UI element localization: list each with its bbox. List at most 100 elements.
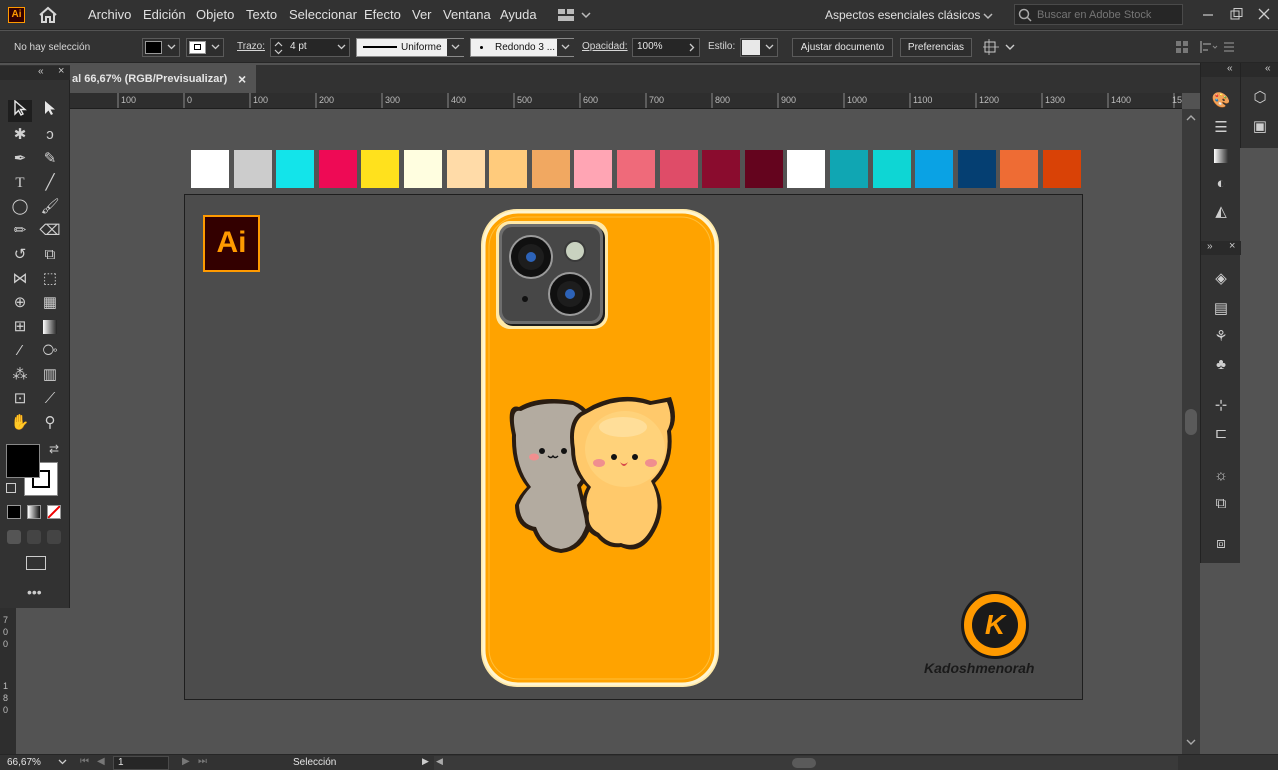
libraries-panel-icon[interactable]: ▤ bbox=[1211, 299, 1231, 319]
line-segment-tool-icon[interactable]: ╱ bbox=[38, 172, 62, 194]
first-artboard-icon[interactable]: ⏮ bbox=[80, 756, 89, 767]
chevron-down-icon[interactable] bbox=[58, 759, 67, 766]
color-swatch[interactable] bbox=[404, 150, 442, 188]
vertical-scrollbar[interactable] bbox=[1182, 109, 1200, 754]
close-tab-button[interactable]: × bbox=[238, 65, 246, 93]
opacity-field[interactable]: 100% bbox=[632, 38, 700, 57]
perspective-grid-tool-icon[interactable]: ▦ bbox=[38, 292, 62, 314]
color-swatch[interactable] bbox=[744, 150, 783, 188]
direct-selection-tool-icon[interactable] bbox=[38, 100, 62, 122]
shape-builder-tool-icon[interactable]: ⊕ bbox=[8, 292, 32, 314]
stroke-weight-field[interactable]: 4 pt bbox=[270, 38, 350, 57]
zoom-tool-icon[interactable]: ⚲ bbox=[38, 412, 62, 434]
close-icon[interactable]: × bbox=[58, 65, 64, 77]
mesh-tool-icon[interactable]: ⊞ bbox=[8, 316, 32, 338]
artboard[interactable]: Ai K Kadoshmenorah bbox=[184, 194, 1083, 700]
swap-colors-icon[interactable]: ⇄ bbox=[49, 442, 59, 456]
draw-inside-icon[interactable] bbox=[47, 530, 61, 544]
scroll-left-icon[interactable]: ◀ bbox=[436, 756, 443, 767]
stroke-weight-value[interactable]: 4 pt bbox=[290, 41, 307, 52]
artboards-panel-icon[interactable]: ⧈ bbox=[1211, 534, 1231, 554]
curvature-tool-icon[interactable]: ✎ bbox=[38, 148, 62, 170]
collapse-icon[interactable]: « bbox=[1227, 63, 1233, 74]
draw-normal-icon[interactable] bbox=[7, 530, 21, 544]
width-tool-icon[interactable]: ⋈ bbox=[8, 268, 32, 290]
paintbrush-tool-icon[interactable]: 🖌 bbox=[38, 196, 62, 218]
ellipse-tool-icon[interactable]: ◯ bbox=[8, 196, 32, 218]
menu-edicion[interactable]: Edición bbox=[143, 7, 186, 22]
align-icons[interactable] bbox=[1176, 40, 1276, 54]
zoom-level[interactable]: 66,67% bbox=[7, 757, 41, 768]
pathfinder-panel-icon[interactable]: ☼ bbox=[1211, 466, 1231, 486]
type-tool-icon[interactable]: T bbox=[8, 172, 32, 194]
links-panel-icon[interactable]: ⧉ bbox=[1211, 494, 1231, 514]
menu-ventana[interactable]: Ventana bbox=[443, 7, 491, 22]
eyedropper-tool-icon[interactable]: ⁄ bbox=[8, 340, 32, 362]
gradient-mode-icon[interactable] bbox=[27, 505, 41, 519]
workspace-switcher[interactable]: Aspectos esenciales clásicos bbox=[825, 8, 980, 22]
stock-search-input[interactable] bbox=[1037, 6, 1177, 23]
color-swatch[interactable] bbox=[617, 150, 655, 188]
stroke-color-picker[interactable] bbox=[186, 38, 224, 57]
color-swatch[interactable] bbox=[276, 150, 315, 188]
eraser-tool-icon[interactable]: ⌫ bbox=[38, 220, 62, 242]
align-panel-icon[interactable]: ⊏ bbox=[1211, 424, 1231, 444]
stroke-profile-dropdown[interactable]: Uniforme bbox=[356, 38, 464, 57]
document-setup-button[interactable]: Ajustar documento bbox=[792, 38, 893, 57]
more-tools-icon[interactable]: ••• bbox=[27, 584, 42, 600]
hand-tool-icon[interactable]: ✋ bbox=[8, 412, 32, 434]
scroll-down-icon[interactable] bbox=[1186, 739, 1196, 746]
color-swatch[interactable] bbox=[489, 150, 528, 188]
gradient-panel-icon[interactable] bbox=[1211, 146, 1231, 166]
home-icon[interactable] bbox=[37, 6, 59, 24]
color-swatch[interactable] bbox=[830, 150, 868, 188]
opacity-value[interactable]: 100% bbox=[637, 41, 663, 52]
column-graph-tool-icon[interactable]: ▥ bbox=[38, 364, 62, 386]
preferences-button[interactable]: Preferencias bbox=[900, 38, 972, 57]
status-menu-icon[interactable]: ▶ bbox=[422, 756, 429, 767]
gradient-tool-icon[interactable] bbox=[38, 316, 62, 338]
screen-mode-icon[interactable] bbox=[26, 556, 46, 570]
pencil-tool-icon[interactable]: ✏ bbox=[8, 220, 32, 242]
color-swatch[interactable] bbox=[233, 150, 272, 188]
color-swatch[interactable] bbox=[1000, 150, 1039, 188]
appearance-panel-icon[interactable]: ◭ bbox=[1211, 202, 1231, 222]
brush-definition-dropdown[interactable]: Redondo 3 ... bbox=[470, 38, 574, 57]
slice-tool-icon[interactable]: ⟋ bbox=[38, 388, 62, 410]
blend-tool-icon[interactable]: ⧂ bbox=[38, 340, 62, 362]
horizontal-scrollbar[interactable]: ◀ bbox=[434, 756, 1178, 770]
stepper-icon[interactable] bbox=[274, 41, 283, 55]
expand-icon[interactable]: » bbox=[1207, 241, 1213, 252]
color-mode-icon[interactable] bbox=[7, 505, 21, 519]
menu-ayuda[interactable]: Ayuda bbox=[500, 7, 537, 22]
3d-panel-icon[interactable]: ⬡ bbox=[1250, 88, 1270, 108]
symbols-panel-icon[interactable]: ♣ bbox=[1211, 355, 1231, 375]
image-trace-panel-icon[interactable]: ▣ bbox=[1250, 117, 1270, 137]
menu-objeto[interactable]: Objeto bbox=[196, 7, 234, 22]
fill-swatch[interactable] bbox=[6, 444, 40, 478]
scale-tool-icon[interactable]: ⧉ bbox=[38, 244, 62, 266]
free-transform-tool-icon[interactable]: ⬚ bbox=[38, 268, 62, 290]
color-swatch[interactable] bbox=[957, 150, 996, 188]
color-swatch[interactable] bbox=[446, 150, 485, 188]
scroll-thumb[interactable] bbox=[792, 758, 816, 768]
layers-panel-icon[interactable]: ◈ bbox=[1211, 269, 1231, 289]
color-swatch[interactable] bbox=[787, 150, 826, 188]
scroll-thumb[interactable] bbox=[1185, 409, 1197, 435]
color-swatch[interactable] bbox=[191, 150, 229, 188]
next-artboard-icon[interactable]: ▶ bbox=[182, 756, 190, 767]
transform-icon[interactable] bbox=[983, 39, 1017, 55]
collapse-icon[interactable]: « bbox=[1265, 63, 1271, 74]
color-panel-icon[interactable]: 🎨 bbox=[1211, 91, 1231, 111]
artboard-number-field[interactable]: 1 bbox=[113, 756, 169, 770]
menu-efecto[interactable]: Efecto bbox=[364, 7, 401, 22]
color-swatch[interactable] bbox=[574, 150, 613, 188]
transform-panel-icon[interactable]: ⊹ bbox=[1211, 396, 1231, 416]
selection-tool-icon[interactable] bbox=[8, 99, 32, 122]
color-swatch[interactable] bbox=[1043, 150, 1081, 188]
color-swatch[interactable] bbox=[318, 150, 357, 188]
color-swatch[interactable] bbox=[872, 150, 911, 188]
prev-artboard-icon[interactable]: ◀ bbox=[97, 756, 105, 767]
close-icon[interactable]: × bbox=[1229, 240, 1235, 252]
symbol-sprayer-tool-icon[interactable]: ⁂ bbox=[8, 364, 32, 386]
